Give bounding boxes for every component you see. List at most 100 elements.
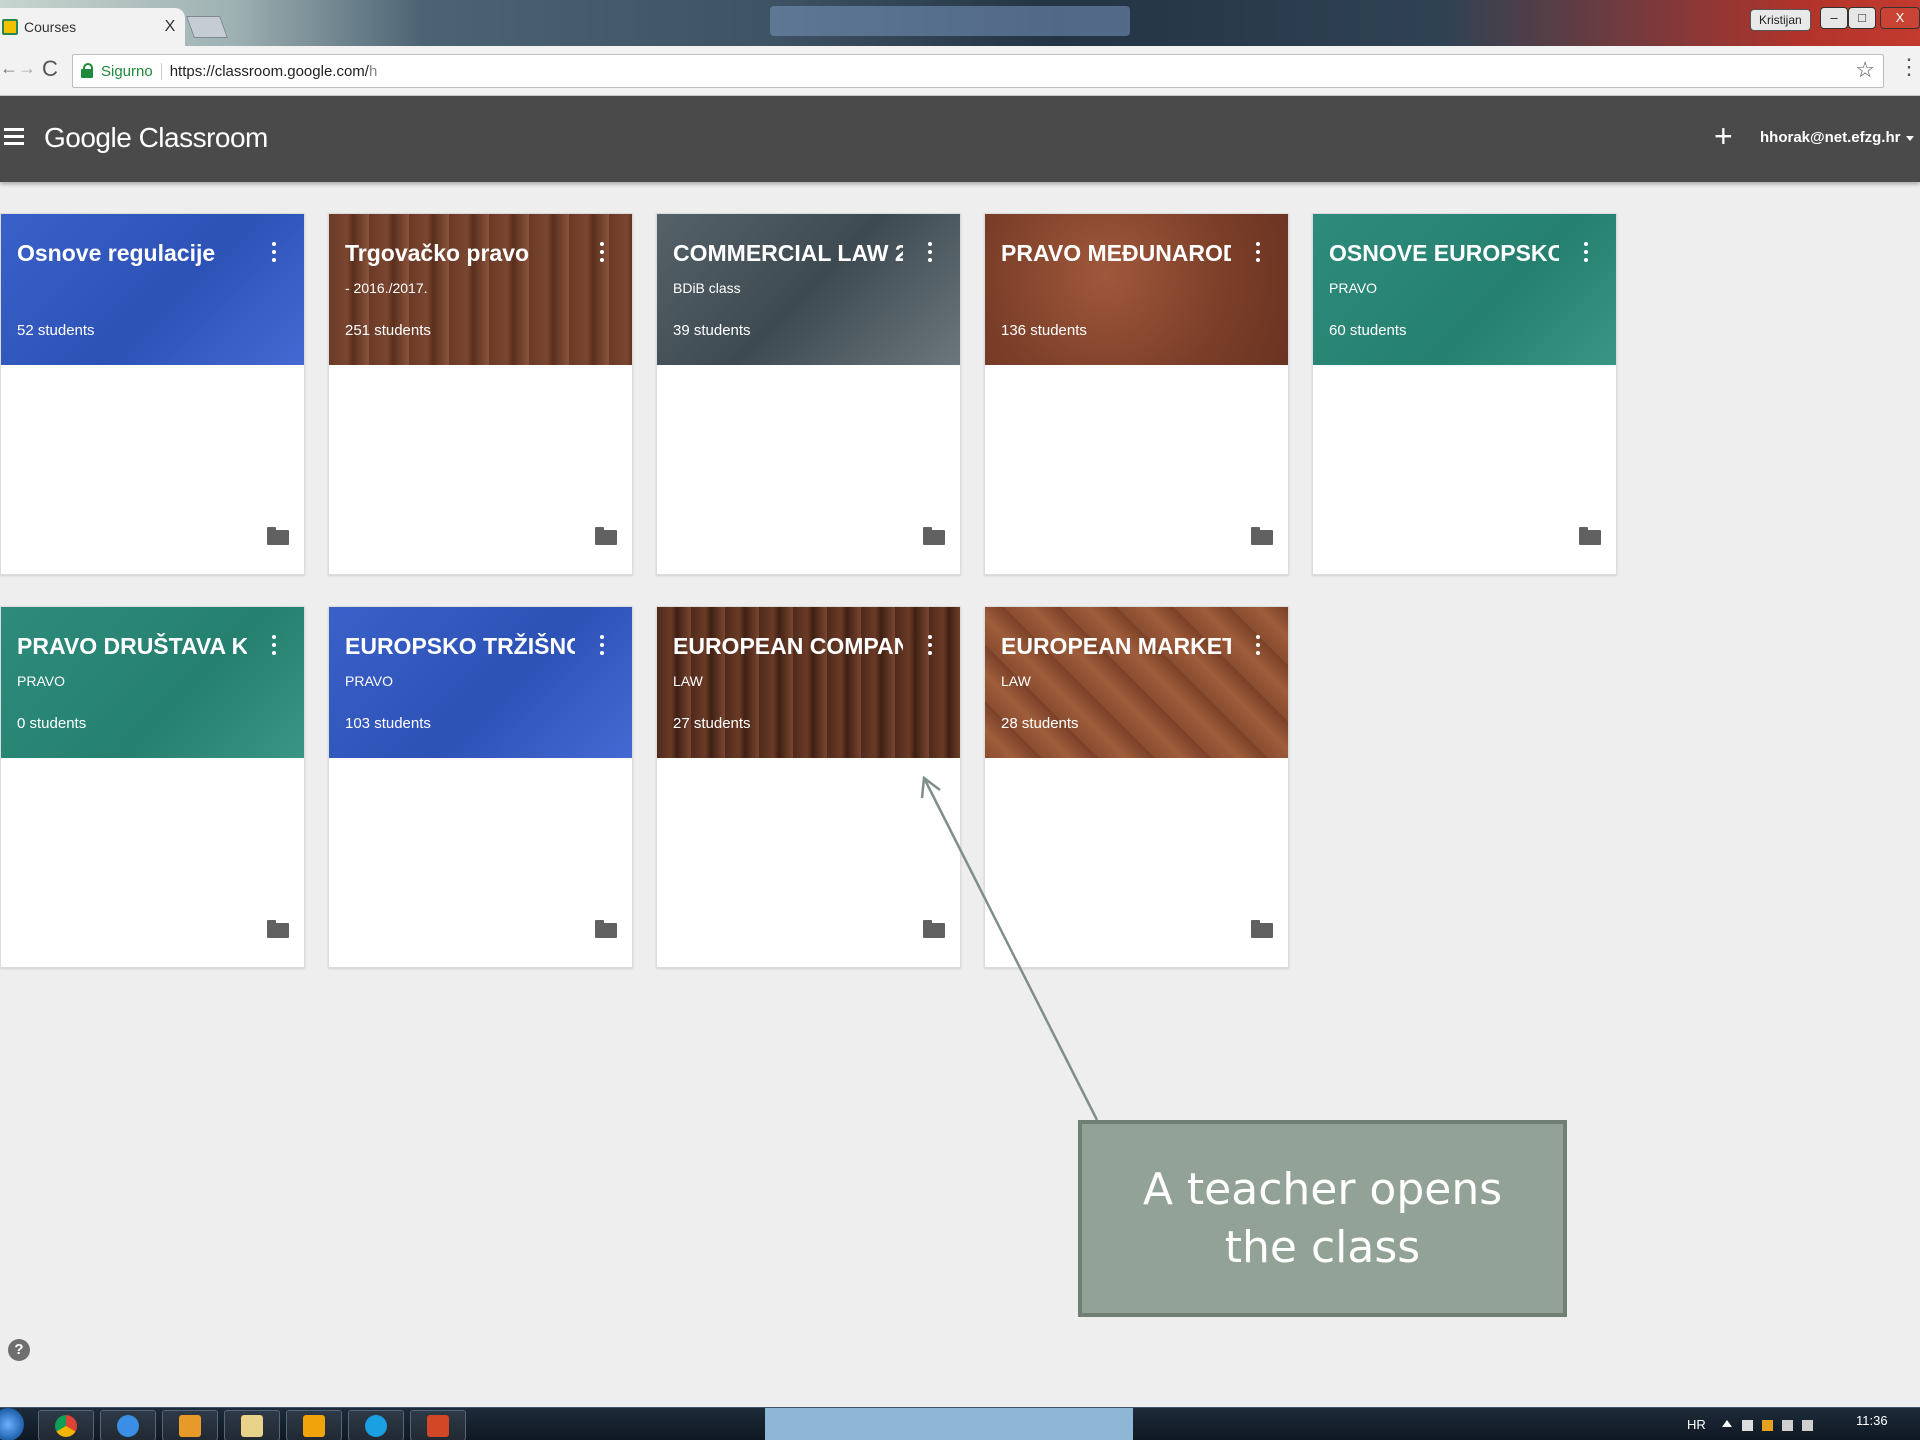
taskbar: HR 11:36: [0, 1407, 1920, 1440]
course-card-header[interactable]: Trgovačko pravo - 2016./2017. 251 studen…: [329, 214, 632, 365]
course-card[interactable]: Trgovačko pravo - 2016./2017. 251 studen…: [328, 213, 633, 575]
url-text[interactable]: https://classroom.google.com/h: [170, 63, 378, 80]
bookmark-star-icon[interactable]: ☆: [1855, 57, 1875, 83]
action-center-flag-icon[interactable]: [1742, 1420, 1753, 1431]
more-vert-icon[interactable]: [271, 242, 277, 264]
minimize-button[interactable]: –: [1820, 7, 1848, 29]
caret-down-icon: [1906, 135, 1915, 141]
course-card[interactable]: COMMERCIAL LAW 20.. BDiB class 39 studen…: [656, 213, 961, 575]
maximize-button[interactable]: □: [1848, 7, 1876, 29]
course-title[interactable]: Trgovačko pravo: [345, 240, 575, 267]
show-hidden-icons-icon[interactable]: [1722, 1420, 1732, 1427]
language-indicator[interactable]: HR: [1687, 1417, 1706, 1432]
course-card[interactable]: PRAVO DRUŠTAVA KA... PRAVO 0 students: [0, 606, 305, 968]
course-card-header[interactable]: PRAVO DRUŠTAVA KA... PRAVO 0 students: [1, 607, 304, 758]
network-icon[interactable]: [1782, 1420, 1793, 1431]
folder-icon[interactable]: [923, 920, 945, 938]
course-card-header[interactable]: EUROPEAN MARKET L.. LAW 28 students: [985, 607, 1288, 758]
course-card-header[interactable]: PRAVO MEĐUNAROD... 136 students: [985, 214, 1288, 365]
more-vert-icon[interactable]: [927, 635, 933, 657]
hamburger-icon[interactable]: [4, 128, 24, 146]
course-student-count: 0 students: [17, 715, 87, 732]
url-host: https://classroom.google.com/: [169, 62, 369, 80]
start-button-icon[interactable]: [0, 1408, 24, 1440]
window-title-bar: Courses X Kristijan – □ X: [0, 0, 1920, 46]
course-card[interactable]: Osnove regulacije 52 students: [0, 213, 305, 575]
folder-icon[interactable]: [267, 527, 289, 545]
course-card-header[interactable]: OSNOVE EUROPSKOG... PRAVO 60 students: [1313, 214, 1616, 365]
more-vert-icon[interactable]: [927, 242, 933, 264]
secure-label: Sigurno: [101, 62, 162, 80]
reload-icon[interactable]: C: [42, 56, 58, 82]
course-subtitle: PRAVO: [345, 673, 393, 689]
window-user-badge[interactable]: Kristijan: [1750, 9, 1811, 31]
course-title[interactable]: EUROPSKO TRŽIŠNO ...: [345, 633, 575, 660]
browser-menu-icon[interactable]: ⋮: [1898, 56, 1920, 78]
skype-taskbar-icon[interactable]: [348, 1410, 404, 1440]
course-title[interactable]: Osnove regulacije: [17, 240, 247, 267]
course-card[interactable]: OSNOVE EUROPSKOG... PRAVO 60 students: [1312, 213, 1617, 575]
course-subtitle: PRAVO: [17, 673, 65, 689]
more-vert-icon[interactable]: [1583, 242, 1589, 264]
folder-icon[interactable]: [267, 920, 289, 938]
course-subtitle: BDiB class: [673, 280, 741, 296]
more-vert-icon[interactable]: [1255, 635, 1261, 657]
add-class-icon[interactable]: +: [1714, 120, 1733, 152]
media-player-taskbar-icon[interactable]: [162, 1410, 218, 1440]
lock-icon: [81, 63, 95, 79]
course-title[interactable]: OSNOVE EUROPSKOG...: [1329, 240, 1559, 267]
folder-icon[interactable]: [1251, 527, 1273, 545]
course-card[interactable]: EUROPSKO TRŽIŠNO ... PRAVO 103 students: [328, 606, 633, 968]
folder-icon[interactable]: [1579, 527, 1601, 545]
course-card[interactable]: EUROPEAN MARKET L.. LAW 28 students: [984, 606, 1289, 968]
new-tab-button[interactable]: [185, 16, 229, 38]
taskbar-clock[interactable]: 11:36: [1856, 1413, 1888, 1428]
course-student-count: 136 students: [1001, 322, 1087, 339]
app-title[interactable]: Google Classroom: [44, 122, 268, 154]
course-title[interactable]: COMMERCIAL LAW 20..: [673, 240, 903, 267]
internet-explorer-taskbar-icon[interactable]: [100, 1410, 156, 1440]
course-card[interactable]: EUROPEAN COMPANY.. LAW 27 students: [656, 606, 961, 968]
course-student-count: 60 students: [1329, 322, 1407, 339]
help-icon[interactable]: ?: [8, 1339, 30, 1361]
back-arrow-icon[interactable]: ←: [0, 58, 18, 79]
account-email: hhorak@net.efzg.hr: [1760, 129, 1901, 146]
folder-icon[interactable]: [595, 920, 617, 938]
course-card-header[interactable]: EUROPSKO TRŽIŠNO ... PRAVO 103 students: [329, 607, 632, 758]
outlook-taskbar-icon[interactable]: [286, 1410, 342, 1440]
course-title[interactable]: PRAVO DRUŠTAVA KA...: [17, 633, 247, 660]
more-vert-icon[interactable]: [599, 635, 605, 657]
account-menu[interactable]: hhorak@net.efzg.hr: [1760, 129, 1915, 146]
address-bar[interactable]: Sigurno https://classroom.google.com/h ☆: [72, 54, 1884, 88]
course-student-count: 251 students: [345, 322, 431, 339]
update-icon[interactable]: [1762, 1420, 1773, 1431]
powerpoint-taskbar-icon[interactable]: [410, 1410, 466, 1440]
course-subtitle: LAW: [1001, 673, 1031, 689]
folder-icon[interactable]: [595, 527, 617, 545]
taskbar-thumbnail-preview: [765, 1408, 1133, 1440]
course-card[interactable]: PRAVO MEĐUNAROD... 136 students: [984, 213, 1289, 575]
file-explorer-taskbar-icon[interactable]: [224, 1410, 280, 1440]
more-vert-icon[interactable]: [1255, 242, 1261, 264]
course-student-count: 27 students: [673, 715, 751, 732]
folder-icon[interactable]: [923, 527, 945, 545]
course-card-header[interactable]: EUROPEAN COMPANY.. LAW 27 students: [657, 607, 960, 758]
tab-close-icon[interactable]: X: [155, 18, 185, 36]
chrome-taskbar-icon[interactable]: [38, 1410, 94, 1440]
course-title[interactable]: EUROPEAN MARKET L..: [1001, 633, 1231, 660]
course-student-count: 39 students: [673, 322, 751, 339]
classroom-favicon-icon: [2, 19, 18, 35]
course-card-header[interactable]: Osnove regulacije 52 students: [1, 214, 304, 365]
volume-icon[interactable]: [1802, 1420, 1813, 1431]
window-close-button[interactable]: X: [1880, 7, 1920, 29]
folder-icon[interactable]: [1251, 920, 1273, 938]
course-card-header[interactable]: COMMERCIAL LAW 20.. BDiB class 39 studen…: [657, 214, 960, 365]
course-title[interactable]: EUROPEAN COMPANY..: [673, 633, 903, 660]
background-window-title: [770, 6, 1130, 36]
more-vert-icon[interactable]: [599, 242, 605, 264]
forward-arrow-icon[interactable]: →: [18, 58, 36, 79]
course-title[interactable]: PRAVO MEĐUNAROD...: [1001, 240, 1231, 267]
browser-tab-courses[interactable]: Courses X: [0, 8, 185, 46]
more-vert-icon[interactable]: [271, 635, 277, 657]
course-subtitle: PRAVO: [1329, 280, 1377, 296]
